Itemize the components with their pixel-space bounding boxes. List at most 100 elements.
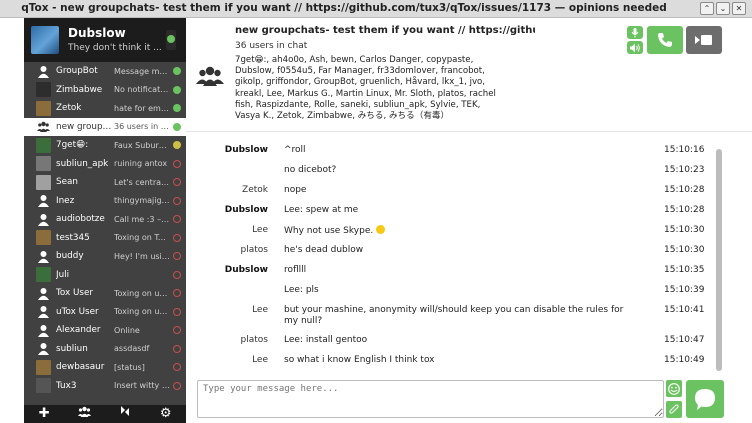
message-scrollbar-thumb[interactable] [716, 149, 722, 371]
window-close-button[interactable]: ✕ [732, 2, 746, 15]
profile-status-button[interactable] [166, 30, 176, 50]
contact-status-message: assdasdf [114, 344, 150, 354]
status-offline-indicator [173, 289, 181, 297]
window-titlebar: qTox - new groupchats- test them if you … [0, 0, 752, 18]
contact-name: uTox User [56, 306, 99, 317]
settings-icon[interactable]: ⚙ [156, 405, 176, 423]
person-icon [36, 64, 51, 79]
contact-name: audiobotze [56, 214, 105, 225]
message-timestamp: 15:10:39 [664, 285, 705, 295]
message-text-content: ^roll [284, 145, 306, 155]
create-group-icon[interactable] [75, 405, 95, 423]
contact-status-message: Call me :3 – i... [114, 214, 170, 224]
contact-item[interactable]: Juli [24, 266, 186, 285]
contact-name: Juli [56, 269, 70, 280]
contact-status-message: Insert witty s... [114, 381, 170, 391]
profile-avatar[interactable] [31, 26, 59, 54]
sidebar: Dubslow They don't think it ... GroupBot… [24, 18, 186, 423]
profile-name[interactable]: Dubslow [68, 26, 126, 40]
contact-name: subliun_apk [56, 158, 109, 169]
message-author[interactable]: Lee [186, 305, 268, 315]
contact-name: buddy [56, 251, 84, 262]
contact-status-message: Toxing on uTox [114, 288, 170, 298]
chat-title: new groupchats- test them if you want //… [235, 25, 535, 36]
contact-status-message: hate for emai... [114, 103, 170, 113]
window-minimize-button[interactable]: ⌄ [716, 2, 730, 15]
contact-name: dewbasaur [56, 362, 105, 373]
contact-name: Sean [56, 177, 78, 188]
message-author[interactable]: Zetok [186, 185, 268, 195]
contact-item[interactable]: Sean Let's centrali... [24, 173, 186, 192]
contact-item[interactable]: buddy Hey! I'm usin... [24, 247, 186, 266]
chat-user-count: 36 users in chat [235, 41, 308, 51]
contact-status-message: Toxing on uTox [114, 307, 170, 317]
message-author[interactable]: platos [186, 245, 268, 255]
send-button[interactable] [686, 380, 724, 418]
add-friend-icon[interactable]: ✚ [34, 405, 54, 423]
window-controls: ⌃ ⌄ ✕ [700, 2, 746, 15]
status-busy-indicator [173, 159, 181, 168]
contact-status-message: Message me ... [114, 66, 170, 76]
emoji-button[interactable] [666, 380, 682, 397]
group-icon [36, 119, 51, 134]
message-text: Lee: install gentoo [284, 335, 629, 346]
microphone-button[interactable] [627, 26, 643, 39]
contact-name: Tox User [56, 288, 94, 299]
message-author[interactable]: Dubslow [186, 145, 268, 155]
contact-item[interactable]: uTox User Toxing on uTox [24, 303, 186, 322]
message-text: Why not use Skype. [284, 225, 629, 237]
message-author[interactable]: Lee [186, 225, 268, 235]
chat-member-list: 7get😁:, ah4o0o, Ash, bewn, Carlos Danger… [235, 55, 496, 122]
microphone-icon [631, 27, 639, 37]
contact-item[interactable]: 7get😁: Faux Suburbi... [24, 136, 186, 155]
profile-box[interactable]: Dubslow They don't think it ... [24, 18, 186, 62]
contact-item[interactable]: dewbasaur [status] [24, 358, 186, 377]
contact-item[interactable]: Alexander Online [24, 321, 186, 340]
person-icon [36, 286, 51, 301]
message-timestamp: 15:10:28 [664, 205, 705, 215]
message-text: no dicebot? [284, 165, 629, 176]
profile-status-message[interactable]: They don't think it ... [68, 43, 162, 53]
contact-status-message: ruining antox [114, 159, 168, 169]
window-maximize-button[interactable]: ⌃ [700, 2, 714, 15]
group-chat-icon [196, 66, 224, 86]
message-author[interactable]: Lee [186, 355, 268, 365]
contact-name: GroupBot [56, 66, 98, 77]
speaker-button[interactable] [627, 41, 643, 54]
contact-item[interactable]: Inez thingymajigger [24, 192, 186, 211]
message-text-content: but your mashine, anonymity will/should … [284, 305, 624, 326]
contact-item[interactable]: Tox User Toxing on uTox [24, 284, 186, 303]
smiley-icon [668, 382, 680, 395]
status-busy-indicator [173, 178, 181, 186]
contact-item[interactable]: new groupc... 36 users in c... [24, 117, 186, 136]
contact-item[interactable]: Zimbabwe No notificatio... [24, 81, 186, 100]
message-timestamp: 15:10:41 [664, 305, 705, 315]
message-author[interactable]: platos [186, 335, 268, 345]
attach-file-button[interactable] [666, 401, 682, 418]
message-text-content: nope [284, 185, 307, 195]
contact-item[interactable]: subliun assdasdf [24, 340, 186, 359]
video-call-button[interactable] [686, 26, 722, 54]
contact-item[interactable]: audiobotze Call me :3 – i... [24, 210, 186, 229]
contact-item[interactable]: Tux3 Insert witty s... [24, 377, 186, 396]
chat-header: new groupchats- test them if you want //… [186, 18, 752, 132]
status-online-indicator [173, 104, 181, 112]
contact-item[interactable]: subliun_apk ruining antox [24, 155, 186, 174]
contact-status-message: Hey! I'm usin... [114, 251, 170, 261]
message-author[interactable]: Dubslow [186, 265, 268, 275]
file-transfers-icon[interactable] [115, 405, 135, 423]
person-icon [36, 249, 51, 264]
message-input[interactable] [197, 380, 664, 418]
message-text-content: rofllll [284, 265, 307, 275]
contact-name: 7get😁: [56, 140, 89, 151]
contact-name: Tux3 [56, 380, 77, 391]
audio-call-button[interactable] [647, 26, 683, 54]
contact-item[interactable]: test345 Toxing on To... [24, 229, 186, 248]
contact-status-message: thingymajigger [114, 196, 170, 206]
contact-status-message: [status] [114, 362, 145, 372]
message-author[interactable]: Dubslow [186, 205, 268, 215]
contact-item[interactable]: Zetok hate for emai... [24, 99, 186, 118]
message-timestamp: 15:10:30 [664, 245, 705, 255]
status-offline-indicator [173, 233, 181, 242]
contact-item[interactable]: GroupBot Message me ... [24, 62, 186, 81]
